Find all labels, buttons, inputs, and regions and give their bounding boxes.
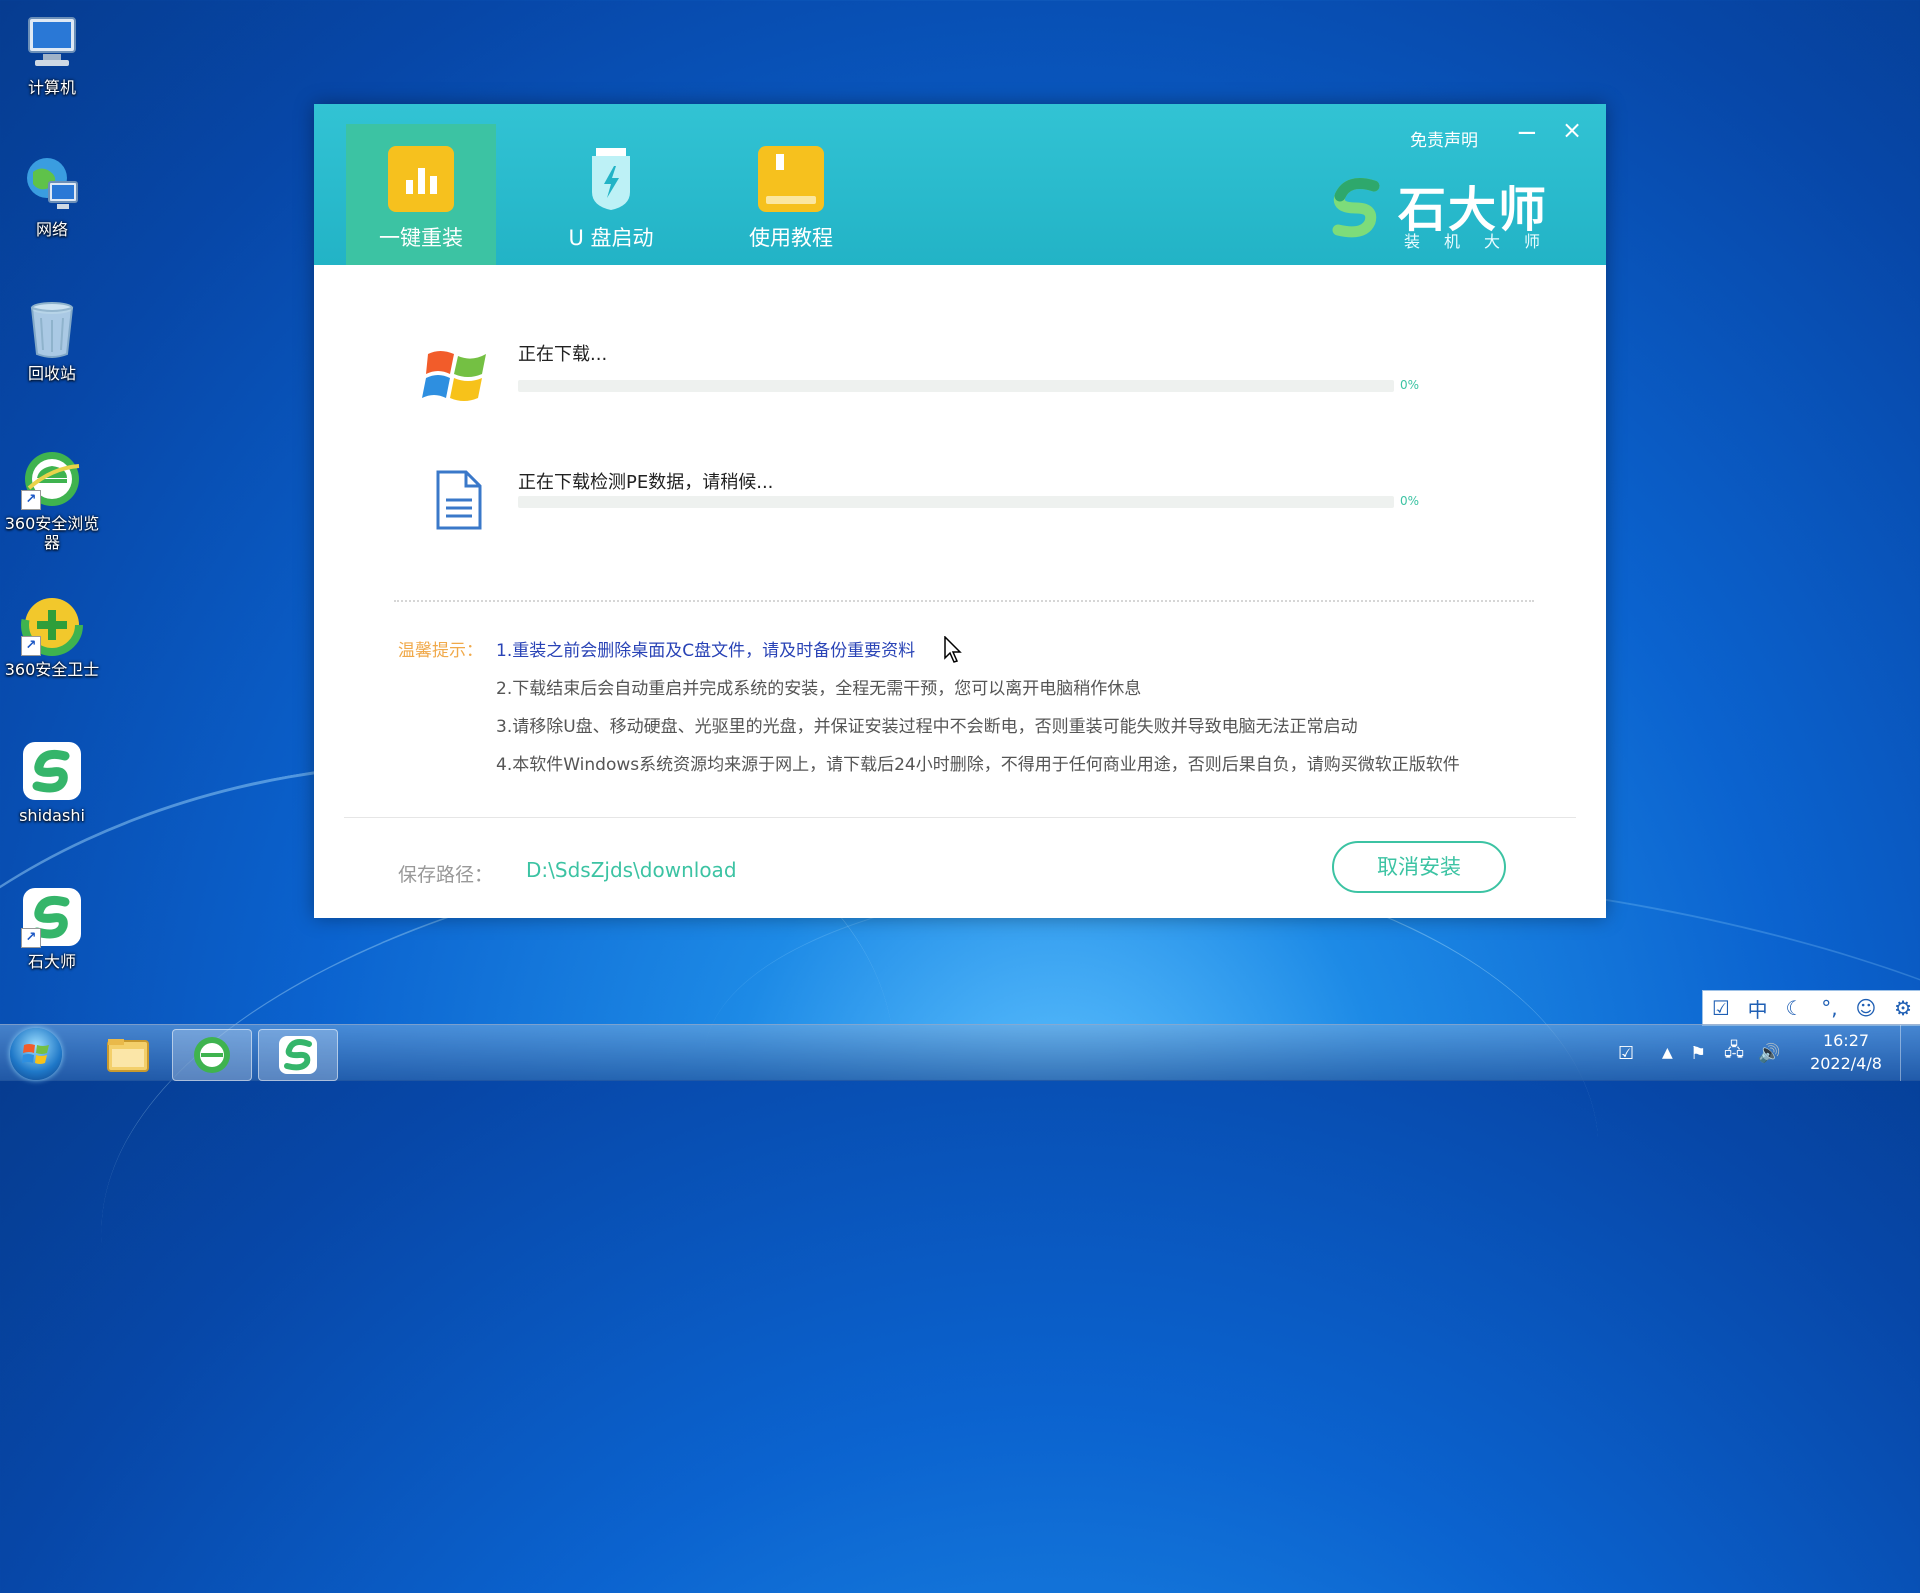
tip-item: 4.本软件Windows系统资源均来源于网上，请下载后24小时删除，不得用于任何… (496, 755, 1460, 775)
desktop-icon-computer[interactable]: 计算机 (2, 12, 102, 97)
volume-icon[interactable]: 🔊 (1758, 1025, 1780, 1081)
network-icon[interactable]: 🖧 (1724, 1025, 1744, 1081)
logo-subtitle: 装机大师 (1404, 232, 1565, 251)
tab-label: U 盘启动 (568, 226, 654, 250)
ime-toolbar: ☑ 中 ☾ °, ☺ ⚙ (1702, 990, 1920, 1026)
desktop-icon-shidashi[interactable]: shidashi (2, 740, 102, 825)
show-desktop-button[interactable] (1900, 1025, 1919, 1081)
desktop-icon-label: 回收站 (27, 364, 76, 383)
desktop-icon-network[interactable]: 网络 (2, 154, 102, 239)
installer-window: 一键重装 U 盘启动 使用教程 免责声明 − × 石大师 装机大师 正在下载..… (314, 104, 1606, 918)
dotted-divider (394, 600, 1534, 602)
mouse-cursor-icon (944, 635, 964, 664)
desktop-icon-recycle-bin[interactable]: 回收站 (2, 298, 102, 383)
360-browser-icon (194, 1037, 230, 1073)
tab-label: 一键重装 (379, 226, 463, 250)
start-button[interactable] (10, 1028, 62, 1080)
download-percent: 0% (1400, 494, 1420, 508)
tab-one-click-reinstall[interactable]: 一键重装 (346, 124, 496, 265)
save-path-label: 保存路径： (398, 864, 494, 886)
tips-label: 温馨提示： (398, 641, 483, 661)
360-security-icon: ↗ (21, 594, 83, 656)
ime-chinese-mode[interactable]: 中 (1748, 994, 1768, 1023)
desktop-icon-label: 计算机 (27, 78, 76, 97)
bar-chart-icon (388, 146, 454, 212)
tip-item: 3.请移除U盘、移动硬盘、光驱里的光盘，并保证安装过程中不会断电，否则重装可能失… (496, 717, 1358, 737)
download-progress-bar (518, 380, 1394, 392)
shidashi-app-icon (21, 740, 83, 802)
tab-tutorial[interactable]: 使用教程 (716, 124, 866, 265)
gear-icon[interactable]: ⚙ (1894, 996, 1912, 1020)
network-globe-icon (21, 154, 83, 216)
show-hidden-icons-icon[interactable]: ▲ (1662, 1025, 1673, 1081)
close-button[interactable]: × (1562, 116, 1582, 144)
desktop-icon-label: shidashi (19, 806, 85, 825)
download-status-text: 正在下载... (518, 344, 608, 365)
taskbar-explorer[interactable] (88, 1029, 166, 1079)
cancel-install-button[interactable]: 取消安装 (1332, 841, 1506, 893)
user-icon[interactable]: ☺ (1855, 996, 1876, 1020)
download-percent: 0% (1400, 378, 1420, 392)
action-center-icon[interactable]: ☑ (1618, 1025, 1634, 1081)
ime-check-icon[interactable]: ☑ (1712, 996, 1730, 1020)
punctuation-icon[interactable]: °, (1821, 996, 1837, 1020)
download-progress-bar (518, 496, 1394, 508)
taskbar-360-browser[interactable] (172, 1029, 252, 1081)
desktop-icon-360-security[interactable]: ↗ 360安全卫士 (2, 594, 102, 679)
book-icon (758, 146, 824, 212)
taskbar-clock[interactable]: 16:27 2022/4/8 (1796, 1029, 1896, 1075)
desktop-icon-360-browser[interactable]: ↗ 360安全浏览器 (2, 448, 102, 552)
computer-icon (21, 12, 83, 74)
desktop-icon-label: 360安全浏览器 (4, 514, 100, 552)
recycle-bin-icon (21, 298, 83, 360)
taskbar: ☑ ▲ ⚑ 🖧 🔊 16:27 2022/4/8 (0, 1024, 1920, 1081)
minimize-button[interactable]: − (1516, 118, 1538, 148)
folder-icon (107, 1039, 149, 1072)
footer-divider (344, 817, 1576, 818)
tab-usb-boot[interactable]: U 盘启动 (536, 124, 686, 265)
windows-start-icon (22, 1044, 49, 1064)
desktop-icon-label: 石大师 (27, 952, 76, 971)
clock-date: 2022/4/8 (1810, 1054, 1882, 1073)
tip-item: 2.下载结束后会自动重启并完成系统的安装，全程无需干预，您可以离开电脑稍作休息 (496, 679, 1142, 699)
tip-item: 1.重装之前会删除桌面及C盘文件，请及时备份重要资料 (496, 641, 916, 661)
flag-icon[interactable]: ⚑ (1690, 1025, 1706, 1081)
save-path-value[interactable]: D:\SdsZjds\download (526, 858, 737, 882)
shortcut-arrow-icon: ↗ (21, 636, 41, 656)
moon-icon[interactable]: ☾ (1786, 996, 1804, 1020)
desktop-icon-label: 360安全卫士 (4, 660, 100, 679)
brand-logo: 石大师 装机大师 (1324, 170, 1565, 251)
tab-label: 使用教程 (749, 226, 833, 250)
desktop-icon-shidashi-shortcut[interactable]: ↗ 石大师 (2, 886, 102, 971)
360-browser-icon: ↗ (21, 448, 83, 510)
window-header: 一键重装 U 盘启动 使用教程 免责声明 − × 石大师 装机大师 (314, 104, 1606, 265)
desktop-icon-label: 网络 (35, 220, 68, 239)
document-icon (434, 470, 484, 530)
download-status-text: 正在下载检测PE数据，请稍候... (518, 472, 774, 493)
disclaimer-link[interactable]: 免责声明 (1410, 126, 1478, 151)
shidashi-app-icon (279, 1036, 317, 1074)
windows-logo-icon (422, 340, 492, 410)
taskbar-shidashi[interactable] (258, 1029, 338, 1081)
shortcut-arrow-icon: ↗ (21, 490, 41, 510)
shidashi-app-icon: ↗ (21, 886, 83, 948)
shortcut-arrow-icon: ↗ (21, 928, 41, 948)
shidashi-logo-icon (1324, 176, 1390, 242)
clock-time: 16:27 (1822, 1031, 1870, 1050)
usb-drive-icon (578, 146, 644, 212)
